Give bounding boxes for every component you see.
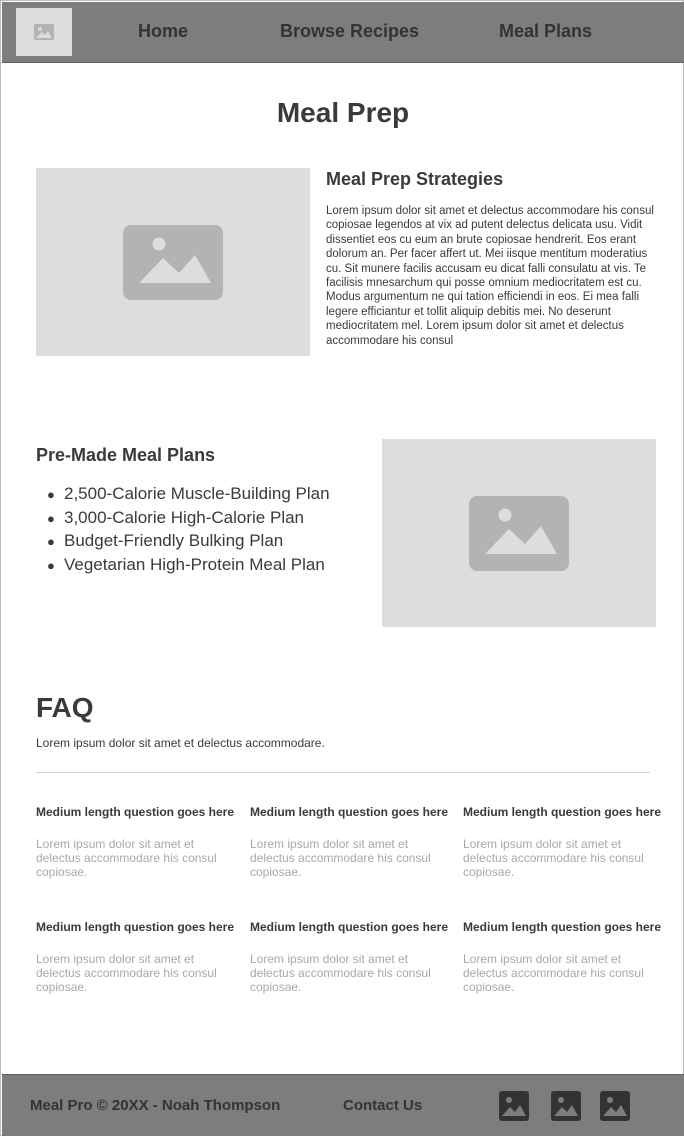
faq-item: Medium length question goes here Lorem i… bbox=[36, 920, 236, 995]
bullet: ● bbox=[47, 557, 55, 573]
nav-browse-recipes-link[interactable]: Browse Recipes bbox=[280, 21, 419, 42]
list-item[interactable]: ● Vegetarian High-Protein Meal Plan bbox=[47, 554, 330, 578]
bullet: ● bbox=[47, 487, 55, 502]
page: Home Browse Recipes Meal Plans Meal Prep… bbox=[0, 0, 684, 1136]
faq-question: Medium length question goes here bbox=[463, 805, 662, 819]
faq-question: Medium length question goes here bbox=[250, 920, 449, 934]
faq-item: Medium length question goes here Lorem i… bbox=[250, 920, 450, 995]
faq-question: Medium length question goes here bbox=[36, 920, 235, 934]
faq-item: Medium length question goes here Lorem i… bbox=[250, 805, 450, 880]
faq-title: FAQ bbox=[36, 692, 94, 723]
faq-answer: Lorem ipsum dolor sit amet et delectus a… bbox=[36, 951, 217, 995]
top-nav-bar: Home Browse Recipes Meal Plans bbox=[2, 2, 684, 63]
faq-answer: Lorem ipsum dolor sit amet et delectus a… bbox=[250, 836, 431, 880]
faq-item: Medium length question goes here Lorem i… bbox=[463, 920, 663, 995]
image-placeholder-icon bbox=[123, 224, 223, 300]
footer-copyright: Meal Pro © 20XX - Noah Thompson bbox=[30, 1097, 281, 1114]
bullet: ● bbox=[47, 534, 55, 550]
faq-question: Medium length question goes here bbox=[250, 805, 449, 819]
meal-plan-label: Budget-Friendly Bulking Plan bbox=[64, 531, 284, 551]
meal-plans-heading: Pre-Made Meal Plans bbox=[36, 445, 216, 465]
social-image-icon[interactable] bbox=[600, 1091, 630, 1121]
meal-plans-image-placeholder bbox=[382, 439, 656, 627]
faq-answer: Lorem ipsum dolor sit amet et delectus a… bbox=[463, 836, 644, 880]
strategies-image-placeholder bbox=[36, 168, 310, 356]
meal-plans-list: ● 2,500-Calorie Muscle-Building Plan ● 3,0… bbox=[47, 483, 330, 577]
logo[interactable] bbox=[16, 8, 72, 56]
faq-divider bbox=[36, 772, 650, 773]
bullet: ● bbox=[47, 510, 55, 526]
meal-plan-label: Vegetarian High-Protein Meal Plan bbox=[64, 554, 325, 574]
logo-image-icon bbox=[34, 24, 54, 40]
nav-meal-plans-link[interactable]: Meal Plans bbox=[499, 21, 592, 42]
page-title: Meal Prep bbox=[276, 97, 410, 128]
list-item[interactable]: ● Budget-Friendly Bulking Plan bbox=[47, 530, 330, 554]
faq-answer: Lorem ipsum dolor sit amet et delectus a… bbox=[463, 951, 644, 995]
faq-answer: Lorem ipsum dolor sit amet et delectus a… bbox=[250, 951, 431, 995]
image-placeholder-icon bbox=[469, 495, 569, 571]
contact-us-link[interactable]: Contact Us bbox=[343, 1097, 422, 1114]
footer: Meal Pro © 20XX - Noah Thompson Contact … bbox=[2, 1074, 684, 1136]
social-image-icon[interactable] bbox=[499, 1091, 529, 1121]
meal-plan-label: 2,500-Calorie Muscle-Building Plan bbox=[64, 484, 330, 503]
strategies-heading: Meal Prep Strategies bbox=[326, 169, 504, 189]
faq-subtitle: Lorem ipsum dolor sit amet et delectus a… bbox=[36, 736, 325, 750]
list-item[interactable]: ● 2,500-Calorie Muscle-Building Plan bbox=[47, 483, 330, 507]
meal-plan-label: 3,000-Calorie High-Calorie Plan bbox=[64, 507, 305, 527]
strategies-body-text: Lorem ipsum dolor sit amet et delectus a… bbox=[326, 205, 654, 347]
list-item[interactable]: ● 3,000-Calorie High-Calorie Plan bbox=[47, 507, 330, 531]
faq-item: Medium length question goes here Lorem i… bbox=[36, 805, 236, 880]
faq-answer: Lorem ipsum dolor sit amet et delectus a… bbox=[36, 836, 217, 880]
nav-home-link[interactable]: Home bbox=[138, 21, 188, 42]
faq-item: Medium length question goes here Lorem i… bbox=[463, 805, 663, 880]
faq-question: Medium length question goes here bbox=[463, 920, 662, 934]
faq-question: Medium length question goes here bbox=[36, 805, 235, 819]
social-image-icon[interactable] bbox=[551, 1091, 581, 1121]
